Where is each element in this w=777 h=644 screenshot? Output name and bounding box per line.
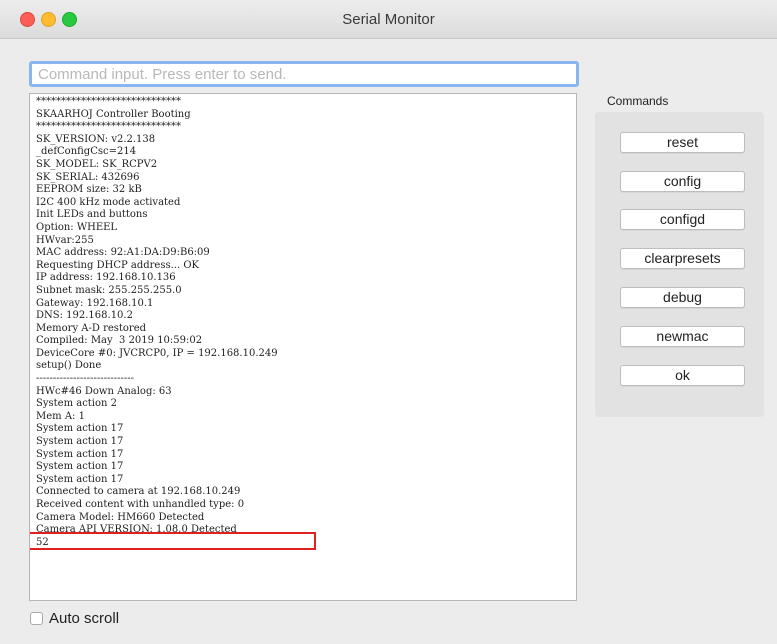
- highlight-box: [30, 532, 316, 550]
- log-line: I2C 400 kHz mode activated: [36, 196, 181, 208]
- log-line: SK_VERSION: v2.2.138: [36, 133, 156, 145]
- auto-scroll-label: Auto scroll: [49, 610, 120, 627]
- log-line: Compiled: May 3 2019 10:59:02: [36, 335, 203, 347]
- log-line: -----------------------------: [36, 373, 134, 385]
- debug-button[interactable]: debug: [620, 287, 745, 308]
- log-line: Gateway: 192.168.10.1: [36, 297, 154, 309]
- log-line: Init LEDs and buttons: [36, 209, 148, 221]
- log-line: *****************************: [36, 96, 181, 107]
- newmac-button[interactable]: newmac: [620, 326, 745, 347]
- command-input[interactable]: [29, 61, 579, 87]
- log-line: DeviceCore #0: JVCRCP0, IP = 192.168.10.…: [36, 347, 278, 359]
- log-line: Connected to camera at 192.168.10.249: [36, 486, 241, 498]
- log-line: System action 17: [36, 473, 124, 485]
- configd-button[interactable]: configd: [620, 209, 745, 230]
- log-line: HWvar:255: [36, 234, 94, 246]
- log-line: MAC address: 92:A1:DA:D9:B6:09: [36, 247, 210, 259]
- commands-panel: reset config configd clearpresets debug newma…: [595, 112, 764, 417]
- window-title: Serial Monitor: [342, 11, 435, 28]
- log-line: _defConfigCsc=214: [36, 146, 137, 158]
- log-line: Mem A: 1: [36, 410, 85, 422]
- reset-button[interactable]: reset: [620, 132, 745, 153]
- log-line: Camera Model: HM660 Detected: [36, 511, 205, 523]
- log-line: SK_MODEL: SK_RCPV2: [36, 158, 158, 170]
- serial-log[interactable]: ***************************** SKAARHOJ Co…: [29, 93, 577, 601]
- log-line: Received content with unhandled type: 0: [36, 499, 245, 510]
- log-line: System action 17: [36, 448, 124, 460]
- title-bar: Serial Monitor: [0, 0, 777, 39]
- log-line: Option: WHEEL: [36, 221, 118, 233]
- log-line: HWc#46 Down Analog: 63: [36, 385, 172, 397]
- log-line: IP address: 192.168.10.136: [36, 272, 176, 284]
- log-line: Subnet mask: 255.255.255.0: [36, 284, 182, 296]
- auto-scroll-option[interactable]: Auto scroll: [30, 610, 119, 627]
- ok-button[interactable]: ok: [620, 365, 745, 386]
- auto-scroll-checkbox[interactable]: [30, 612, 43, 625]
- log-line: System action 2: [36, 398, 118, 410]
- log-line: SKAARHOJ Controller Booting: [36, 108, 191, 120]
- log-line: System action 17: [36, 436, 124, 448]
- log-line: System action 17: [36, 461, 124, 473]
- log-line: *****************************: [36, 121, 181, 133]
- log-line: setup() Done: [36, 360, 102, 372]
- log-line: DNS: 192.168.10.2: [36, 310, 133, 322]
- log-line: EEPROM size: 32 kB: [36, 184, 142, 196]
- commands-label: Commands: [607, 94, 669, 108]
- log-line: SK_SERIAL: 432696: [36, 171, 140, 183]
- log-line: Requesting DHCP address... OK: [36, 259, 199, 271]
- clearpresets-button[interactable]: clearpresets: [620, 248, 745, 269]
- config-button[interactable]: config: [620, 171, 745, 192]
- log-line: System action 17: [36, 423, 124, 435]
- log-line: Memory A-D restored: [36, 322, 147, 334]
